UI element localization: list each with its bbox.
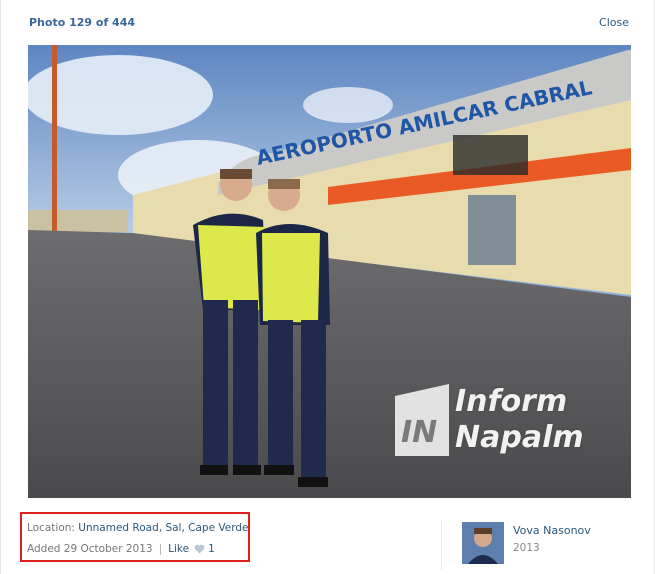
cloud [303,87,393,123]
photo-counter: Photo 129 of 444 [29,16,136,29]
author-avatar[interactable] [462,522,504,564]
watermark-line-2: Napalm [455,420,584,455]
added-date: Added 29 October 2013 [27,543,153,555]
viewer-header: Photo 129 of 444 Close [1,0,655,45]
heart-icon[interactable] [194,544,205,554]
terminal-door [468,195,516,265]
photo-footer: Location: Unnamed Road, Sal, Cape Verde … [1,498,655,574]
location-link[interactable]: Unnamed Road, Sal, Cape Verde [78,522,248,534]
like-button[interactable]: Like [168,543,189,555]
author-name[interactable]: Vova Nasonov [513,524,591,537]
watermark-logo-text: IN [401,415,437,450]
photo-viewer: Photo 129 of 444 Close AEROPORTO AMILCAR… [0,0,655,574]
mast [52,45,57,235]
watermark-logo-icon: IN [395,384,449,456]
location-label: Location: [27,522,75,534]
watermark-line-1: Inform [455,384,568,419]
separator: | [158,543,163,555]
author-year: 2013 [513,542,540,554]
close-button[interactable]: Close [599,16,629,29]
divider [441,520,442,570]
distant-building [28,210,128,232]
photo[interactable]: AEROPORTO AMILCAR CABRAL IN Inform Napal… [28,45,631,498]
watermark: IN Inform Napalm [387,380,627,462]
avatar-image [462,522,504,564]
terminal-window [453,135,528,175]
location-line: Location: Unnamed Road, Sal, Cape Verde [27,522,248,534]
added-line: Added 29 October 2013 | Like 1 [27,543,215,555]
like-count: 1 [208,543,215,555]
